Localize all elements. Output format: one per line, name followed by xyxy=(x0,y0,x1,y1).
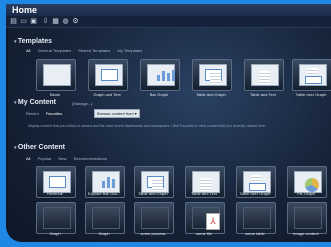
bar-graph-thumbnail xyxy=(92,171,120,193)
template-caption: Table over Graph xyxy=(295,92,327,97)
table-text-thumbnail xyxy=(192,171,220,193)
template-caption: Graph and Text xyxy=(93,92,121,97)
image-thumbnail xyxy=(294,207,322,229)
other-content-heading: Other Content xyxy=(14,144,65,151)
content-item-process[interactable] xyxy=(134,202,174,234)
other-content-tabs: All Popular New Recommendations xyxy=(26,156,113,161)
template-table-and-graph[interactable] xyxy=(192,59,232,91)
content-caption: some process xyxy=(140,231,166,236)
link-icon[interactable]: ◍ xyxy=(62,18,69,25)
template-bar-graph[interactable] xyxy=(140,59,180,91)
tab-all[interactable]: All xyxy=(26,156,30,161)
tab-recent[interactable]: Recent xyxy=(26,111,39,116)
template-table-and-text[interactable] xyxy=(244,59,284,91)
graph-text-thumbnail xyxy=(95,64,123,86)
my-content-manage[interactable]: (Manage...) xyxy=(72,101,98,106)
template-blank[interactable] xyxy=(36,59,76,91)
content-caption: Table and Graph xyxy=(138,191,168,196)
tab-all[interactable]: All xyxy=(26,48,30,53)
table-graph-thumbnail xyxy=(199,64,227,86)
title-bar: Home xyxy=(6,4,331,16)
tab-popular[interactable]: Popular xyxy=(38,156,52,161)
table-text-thumbnail xyxy=(251,64,279,86)
content-item-pdf-file[interactable]: ⅄ xyxy=(185,202,225,234)
pdf-file-thumbnail: ⅄ xyxy=(192,207,220,230)
blue-frame: Home ▤ ▭ ▣ ⇩ ▦ ◍ ⚙ Templates All General… xyxy=(0,0,331,247)
bar-graph-thumbnail xyxy=(147,64,175,86)
content-caption: some file xyxy=(195,231,212,236)
content-item-graph-2[interactable] xyxy=(85,202,125,234)
my-content-hint: Display content that you edited or viewe… xyxy=(28,124,266,128)
content-caption: image content xyxy=(293,231,319,236)
content-caption: Explore Bar Gra... xyxy=(87,191,120,196)
window-title: Home xyxy=(12,5,38,15)
pie-graph-thumbnail xyxy=(294,171,322,193)
revenue-thumbnail xyxy=(43,171,71,193)
tab-general-templates[interactable]: General Templates xyxy=(38,48,72,53)
tab-my-templates[interactable]: My Templates xyxy=(118,48,143,53)
table-over-graph-thumbnail xyxy=(243,171,271,193)
open-icon[interactable]: ▭ xyxy=(20,18,27,25)
template-graph-and-text[interactable] xyxy=(88,59,128,91)
table-over-graph-thumbnail xyxy=(299,64,327,86)
content-caption: Pie Graph xyxy=(296,191,315,196)
tab-shared-templates[interactable]: Shared Templates xyxy=(78,48,110,53)
table-graph-thumbnail xyxy=(141,171,169,193)
my-content-tabs: Recent Favorites xyxy=(26,111,68,116)
content-caption: some table xyxy=(245,231,265,236)
toolbar: ▤ ▭ ▣ ⇩ ▦ ◍ ⚙ xyxy=(6,16,331,28)
tab-favorites[interactable]: Favorites xyxy=(46,111,62,116)
settings-icon[interactable]: ⚙ xyxy=(72,18,79,25)
graph-thumbnail xyxy=(43,207,71,229)
blank-thumbnail xyxy=(43,64,71,86)
content-caption: Graph xyxy=(98,231,110,236)
content-caption: Table and Text xyxy=(191,191,217,196)
save-icon[interactable]: ▣ xyxy=(30,18,37,25)
content-item-table[interactable] xyxy=(236,202,276,234)
home-content: Templates All General Templates Shared T… xyxy=(8,28,331,242)
import-icon[interactable]: ⇩ xyxy=(42,18,49,25)
template-caption: Table and Text xyxy=(250,92,276,97)
content-item-image[interactable] xyxy=(287,202,327,234)
tab-recommendations[interactable]: Recommendations xyxy=(74,156,107,161)
template-caption: Blank xyxy=(49,92,60,97)
my-content-heading: My Content xyxy=(14,99,56,106)
content-caption: Graph xyxy=(49,231,61,236)
home-window: Home ▤ ▭ ▣ ⇩ ▦ ◍ ⚙ Templates All General… xyxy=(6,4,331,242)
graph-thumbnail xyxy=(92,207,120,229)
process-thumbnail xyxy=(141,207,169,229)
content-caption: Table over Graph xyxy=(239,191,271,196)
new-icon[interactable]: ▤ xyxy=(10,18,17,25)
templates-tabs: All General Templates Shared Templates M… xyxy=(26,48,148,53)
template-caption: Bar Graph xyxy=(149,92,169,97)
browse-content-dropdown[interactable]: Browse content from ▾ xyxy=(94,109,140,118)
pdf-icon: ⅄ xyxy=(206,213,220,230)
templates-heading: Templates xyxy=(14,38,52,45)
template-caption: Table and Graph xyxy=(196,92,226,97)
content-item-graph-1[interactable] xyxy=(36,202,76,234)
content-caption: Revenue xyxy=(46,191,63,196)
template-table-over-graph[interactable] xyxy=(292,59,331,91)
delete-icon[interactable]: ▦ xyxy=(52,18,59,25)
tab-new[interactable]: New xyxy=(59,156,67,161)
table-thumbnail xyxy=(243,207,271,229)
